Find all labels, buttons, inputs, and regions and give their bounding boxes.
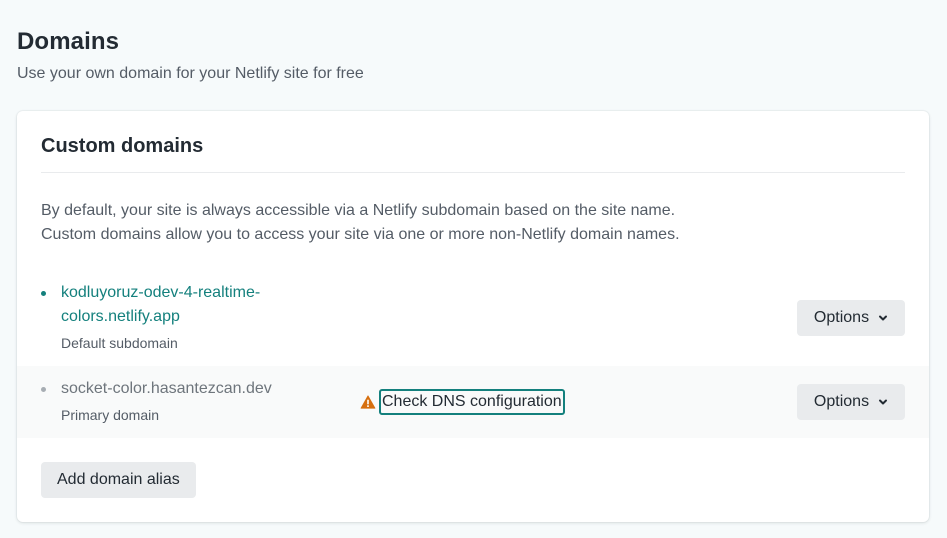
- check-dns-configuration-link[interactable]: Check DNS configuration: [379, 389, 565, 415]
- domain-type-label: Primary domain: [61, 407, 160, 423]
- card-title: Custom domains: [41, 135, 204, 157]
- dns-warning: Check DNS configuration: [360, 389, 565, 415]
- chevron-down-icon: [879, 315, 888, 321]
- add-domain-alias-button[interactable]: Add domain alias: [41, 462, 196, 498]
- chevron-down-icon: [879, 399, 888, 405]
- options-button[interactable]: Options: [797, 384, 905, 420]
- domain-row-primary: socket-color.hasantezcan.dev Primary dom…: [17, 366, 929, 438]
- bullet-icon: [41, 291, 46, 296]
- domains-page: Domains Use your own domain for your Net…: [0, 0, 947, 538]
- domain-type-label: Default subdomain: [61, 335, 178, 351]
- bullet-icon: [41, 387, 46, 392]
- description-line-2: Custom domains allow you to access your …: [41, 226, 680, 243]
- domain-link[interactable]: kodluyoruz-odev-4-realtime-colors.netlif…: [61, 281, 291, 329]
- card-description: By default, your site is always accessib…: [41, 199, 680, 247]
- options-button[interactable]: Options: [797, 300, 905, 336]
- options-button-label: Options: [813, 393, 870, 410]
- page-subtitle: Use your own domain for your Netlify sit…: [17, 65, 364, 82]
- warning-triangle-icon: [360, 395, 376, 409]
- card-divider: [41, 172, 905, 173]
- custom-domains-card: Custom domains By default, your site is …: [17, 111, 929, 522]
- domain-name: socket-color.hasantezcan.dev: [61, 380, 272, 397]
- description-line-1: By default, your site is always accessib…: [41, 202, 676, 219]
- domain-row-default: kodluyoruz-odev-4-realtime-colors.netlif…: [17, 273, 929, 366]
- page-title: Domains: [17, 28, 120, 55]
- options-button-label: Options: [813, 309, 870, 326]
